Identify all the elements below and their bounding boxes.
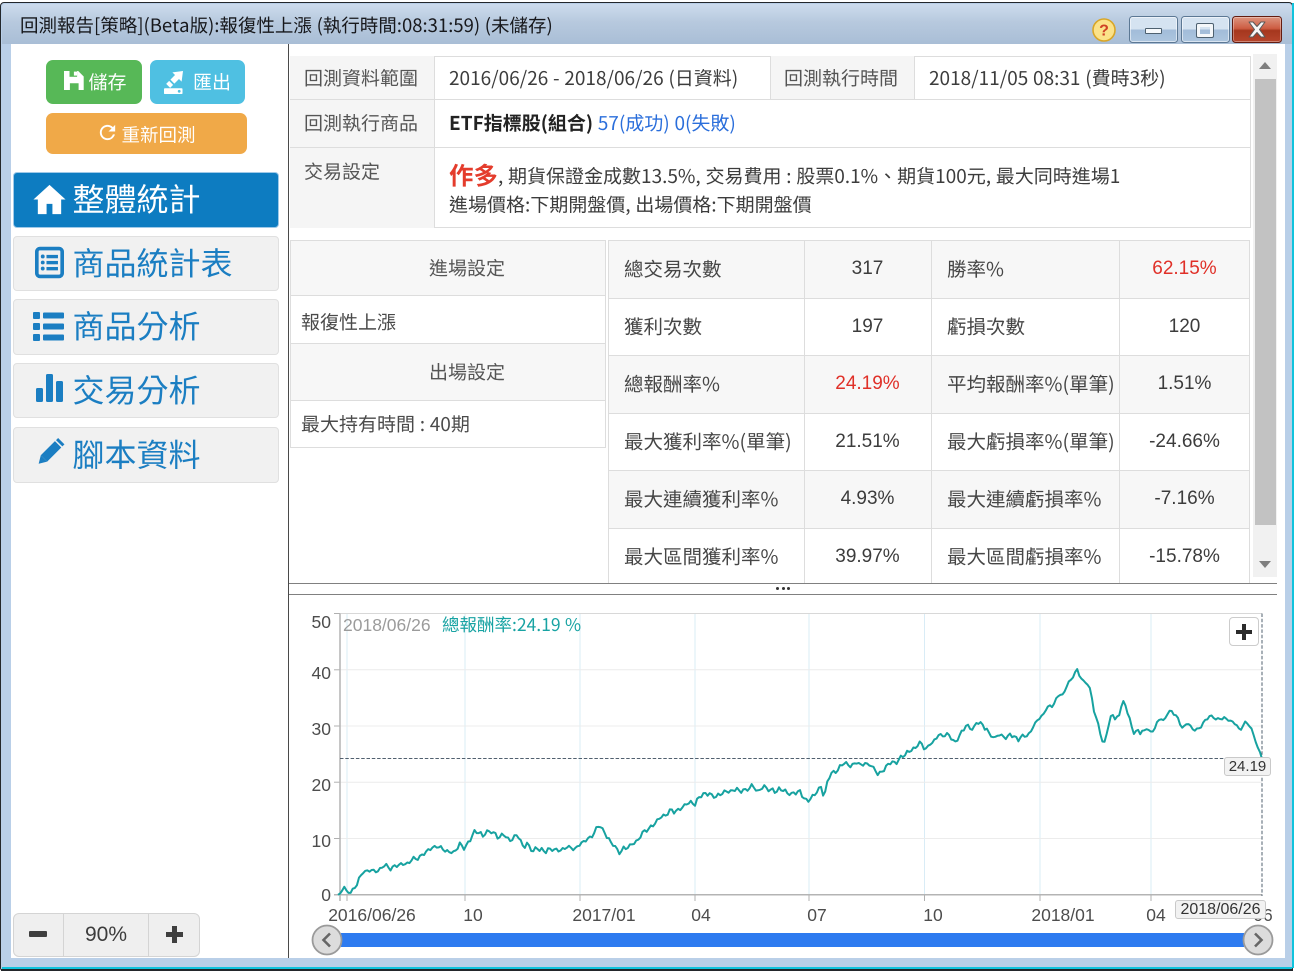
svg-text:?: ? <box>1099 22 1109 39</box>
